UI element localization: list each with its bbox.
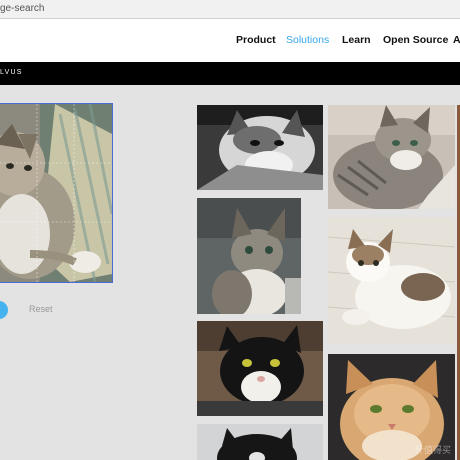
top-navigation: Product Solutions Learn Open Source A — [0, 19, 460, 62]
query-image-crop-box[interactable] — [0, 103, 113, 283]
query-cat-image — [0, 104, 112, 282]
cat-photo-kitten-cage — [197, 198, 301, 314]
reset-button[interactable]: Reset — [29, 304, 53, 314]
result-image-1[interactable] — [197, 105, 323, 190]
cat-photo-tabby-kittens — [328, 105, 455, 209]
cat-photo-tuxedo-kitten — [197, 321, 323, 416]
browser-url-bar[interactable]: ge-search — [0, 0, 460, 19]
cat-photo-white-lying — [328, 217, 455, 344]
url-text[interactable]: ge-search — [0, 3, 44, 14]
result-image-4[interactable] — [328, 217, 455, 344]
brand-text: LVUS — [0, 69, 23, 76]
nav-more[interactable]: A — [453, 34, 460, 46]
result-image-7[interactable] — [197, 424, 323, 460]
result-image-3[interactable] — [197, 198, 301, 314]
result-image-6[interactable]: 什值得买 — [328, 354, 455, 460]
result-image-2[interactable] — [328, 105, 455, 209]
cat-photo-bw — [197, 105, 323, 190]
nav-product[interactable]: Product — [236, 34, 276, 46]
result-image-5[interactable] — [197, 321, 323, 416]
cat-photo-black — [197, 424, 323, 460]
watermark-text: 什值得买 — [414, 445, 451, 455]
image-search-area: Reset 什值得买 — [0, 85, 460, 460]
nav-learn[interactable]: Learn — [342, 34, 371, 46]
nav-solutions[interactable]: Solutions — [286, 34, 329, 46]
search-circle-icon[interactable] — [0, 301, 8, 319]
nav-open-source[interactable]: Open Source — [383, 34, 448, 46]
brand-bar: LVUS — [0, 62, 460, 85]
